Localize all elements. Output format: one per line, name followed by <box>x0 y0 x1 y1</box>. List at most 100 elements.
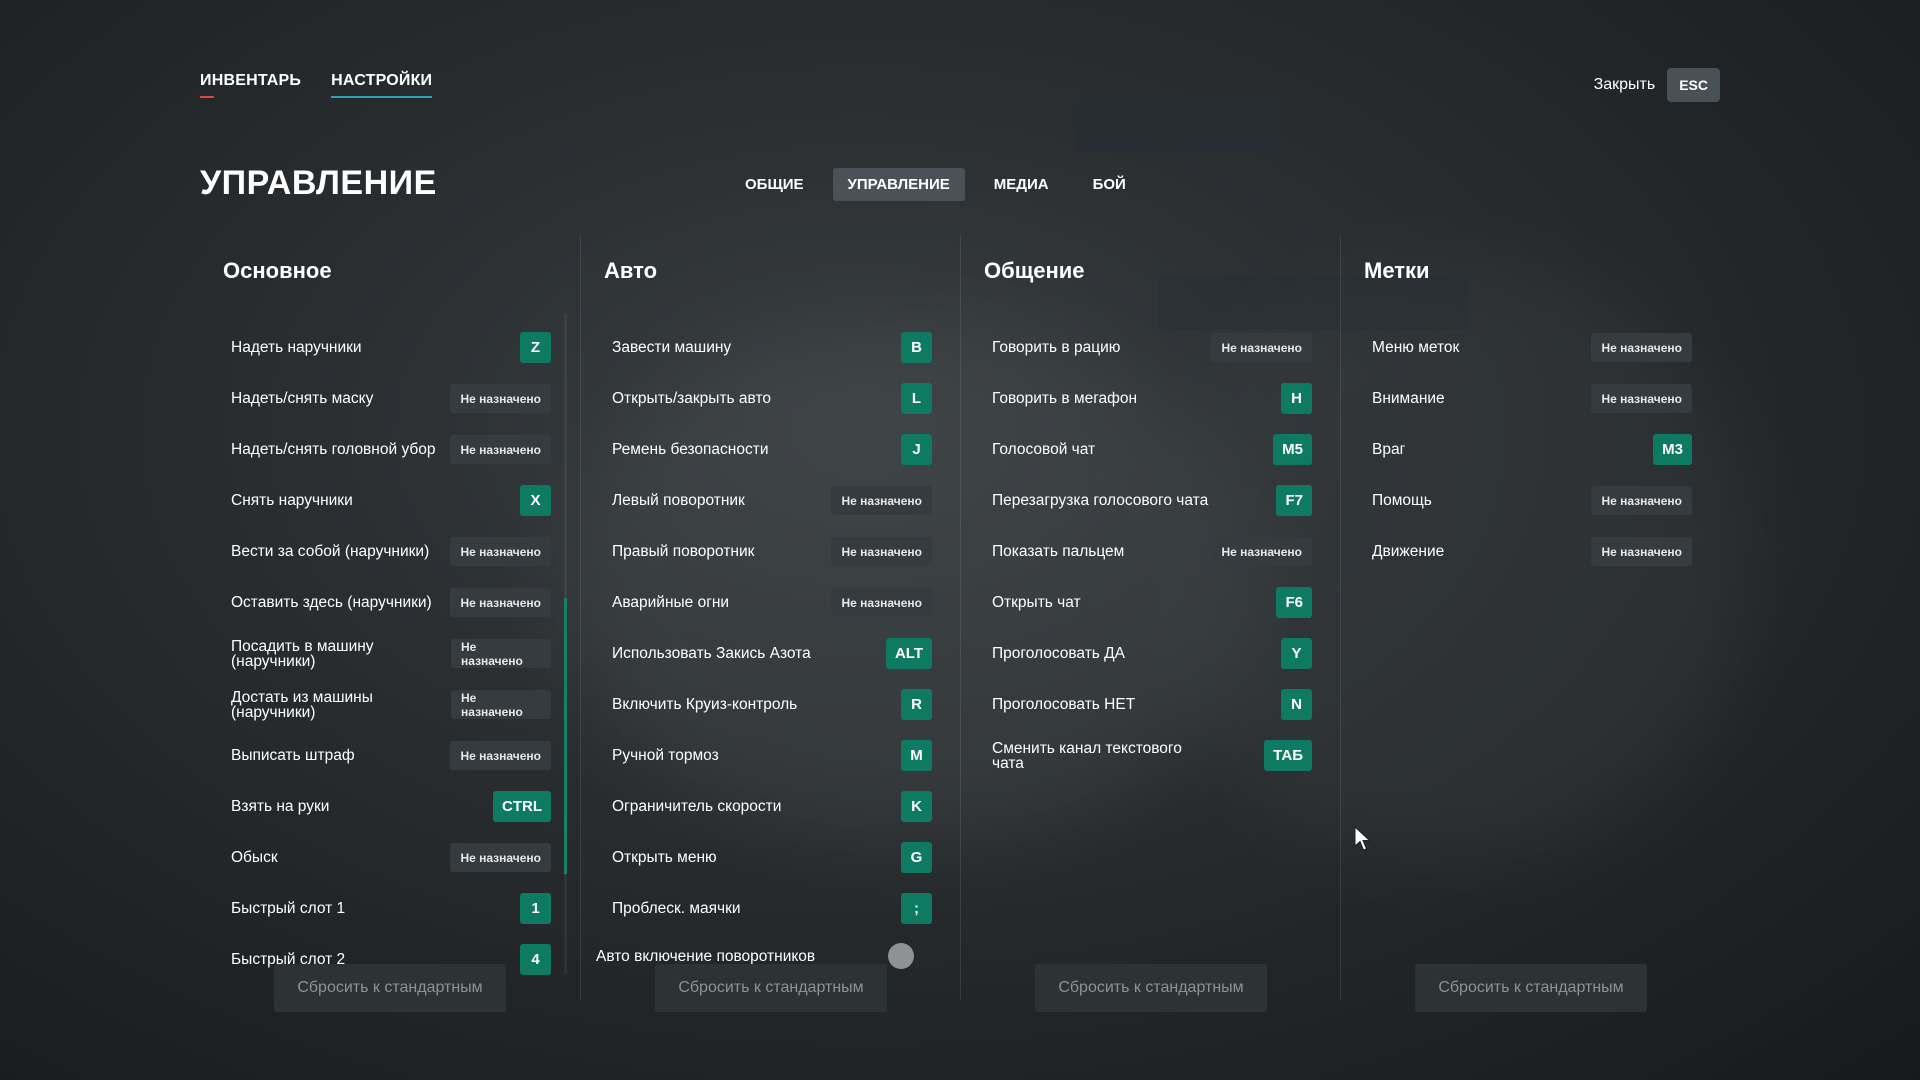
keybind-key-button[interactable]: Не назначено <box>450 435 551 464</box>
keybind-key-button[interactable]: Не назначено <box>1211 537 1312 566</box>
keybind-key-button[interactable]: Не назначено <box>450 741 551 770</box>
keybind-key-button[interactable]: Не назначено <box>1591 333 1692 362</box>
tab-general[interactable]: ОБЩИЕ <box>730 168 819 201</box>
auto-indicator-toggle[interactable] <box>888 943 914 969</box>
mouse-pointer-icon <box>1354 826 1371 851</box>
keybind-label: Перезагрузка голосового чата <box>992 492 1209 509</box>
keybind-key-button[interactable]: Y <box>1281 638 1312 669</box>
reset-defaults-button[interactable]: Сбросить к стандартным <box>274 964 506 1012</box>
keybind-label: Помощь <box>1372 492 1432 509</box>
reset-defaults-button[interactable]: Сбросить к стандартным <box>655 964 887 1012</box>
keybind-label: Проголосовать ДА <box>992 645 1126 662</box>
keybind-row: Открыть меню G <box>612 832 932 883</box>
keybind-key-button[interactable]: Не назначено <box>831 537 932 566</box>
subtabs: ОБЩИЕ УПРАВЛЕНИЕ МЕДИА БОЙ <box>730 168 1141 201</box>
keybind-list: Меню меток Не назначено Внимание Не назначе… <box>1372 322 1692 577</box>
keybind-label: Аварийные огни <box>612 594 730 611</box>
scrollbar-thumb[interactable] <box>564 598 567 874</box>
keybind-key-button[interactable]: Z <box>520 332 551 363</box>
keybind-key-button[interactable]: X <box>520 485 551 516</box>
keybind-key-button[interactable]: J <box>901 434 932 465</box>
keybind-label: Внимание <box>1372 390 1445 407</box>
keybind-row: Выписать штраф Не назначено <box>231 730 551 781</box>
nav-settings[interactable]: НАСТРОЙКИ <box>331 72 433 98</box>
keybind-label: Голосовой чат <box>992 441 1096 458</box>
keybind-key-button[interactable]: R <box>901 689 932 720</box>
page-title: УПРАВЛЕНИЕ <box>200 164 437 202</box>
keybind-label: Левый поворотник <box>612 492 745 509</box>
keybind-key-button[interactable]: Не назначено <box>450 537 551 566</box>
keybind-key-button[interactable]: Не назначено <box>450 588 551 617</box>
reset-defaults-button[interactable]: Сбросить к стандартным <box>1035 964 1267 1012</box>
keybind-row: Правый поворотник Не назначено <box>612 526 932 577</box>
keybind-list: Говорить в рацию Не назначено Говорить в м… <box>992 322 1312 781</box>
top-nav: ИНВЕНТАРЬ НАСТРОЙКИ <box>200 72 433 98</box>
keybind-label: Говорить в рацию <box>992 339 1121 356</box>
keybind-key-button[interactable]: Не назначено <box>450 384 551 413</box>
keybind-key-button[interactable]: M <box>901 740 932 771</box>
keybind-row: Голосовой чат M5 <box>992 424 1312 475</box>
keybind-label: Посадить в машину (наручники) <box>231 637 374 670</box>
scrollbar[interactable] <box>564 314 567 974</box>
column-markers: Метки Меню меток Не назначено Внимание Не н… <box>1340 236 1720 1012</box>
keybind-key-button[interactable]: Не назначено <box>831 588 932 617</box>
keybind-key-button[interactable]: Не назначено <box>1211 333 1312 362</box>
keybind-label: Выписать штраф <box>231 747 355 764</box>
keybind-key-button[interactable]: G <box>901 842 932 873</box>
close-button[interactable]: Закрыть <box>1594 76 1656 94</box>
keybind-key-button[interactable]: Не назначено <box>1591 486 1692 515</box>
keybind-row: Использовать Закись Азота ALT <box>612 628 932 679</box>
keybind-label: Включить Круиз-контроль <box>612 696 798 713</box>
keybind-key-button[interactable]: Не назначено <box>451 690 551 719</box>
nav-inventory[interactable]: ИНВЕНТАРЬ <box>200 72 301 98</box>
keybind-key-button[interactable]: B <box>901 332 932 363</box>
keybind-key-button[interactable]: L <box>901 383 932 414</box>
keybind-row: Проблеск. маячки; <box>612 883 932 934</box>
tab-combat[interactable]: БОЙ <box>1078 168 1141 201</box>
keybind-row: Ручной тормоз M <box>612 730 932 781</box>
keybind-label: Проголосовать НЕТ <box>992 696 1136 713</box>
keybind-key-button[interactable]: Не назначено <box>831 486 932 515</box>
keybind-key-button[interactable]: Не назначено <box>1591 384 1692 413</box>
column-title: Общение <box>984 258 1085 283</box>
keybind-label: Враг <box>1372 441 1406 458</box>
keybind-key-button[interactable]: 4 <box>520 944 551 975</box>
keybind-label: Оставить здесь (наручники) <box>231 594 432 611</box>
keybind-row: Вести за собой (наручники) Не назначено <box>231 526 551 577</box>
keybind-key-button[interactable]: F7 <box>1276 485 1312 516</box>
keybind-row: Проголосовать ДА Y <box>992 628 1312 679</box>
keybind-row: Достать из машины (наручники) Не назначен… <box>231 679 551 730</box>
keybind-key-button[interactable]: M3 <box>1653 434 1692 465</box>
keybind-label: Надеть/снять головной убор <box>231 441 436 458</box>
esc-key-badge[interactable]: ESC <box>1667 68 1720 102</box>
keybind-row: Показать пальцем Не назначено <box>992 526 1312 577</box>
reset-defaults-button[interactable]: Сбросить к стандартным <box>1415 964 1647 1012</box>
keybind-key-button[interactable]: Не назначено <box>450 843 551 872</box>
keybind-key-button[interactable]: Не назначено <box>451 639 551 668</box>
keybind-key-button[interactable]: ; <box>901 893 932 924</box>
keybind-key-button[interactable]: ALT <box>885 638 932 669</box>
keybind-row: Ограничитель скорости K <box>612 781 932 832</box>
keybind-key-button[interactable]: M5 <box>1273 434 1312 465</box>
keybind-row: Ремень безопасности J <box>612 424 932 475</box>
keybind-row: Надеть наручники Z <box>231 322 551 373</box>
keybind-row: Враг M3 <box>1372 424 1692 475</box>
keybind-row: Обыск Не назначено <box>231 832 551 883</box>
keybind-key-button[interactable]: H <box>1281 383 1312 414</box>
keybind-key-button[interactable]: K <box>901 791 932 822</box>
keybind-key-button[interactable]: CTRL <box>493 791 551 822</box>
keybind-label: Достать из машины (наручники) <box>231 688 373 721</box>
keybind-row: Внимание Не назначено <box>1372 373 1692 424</box>
keybind-row: Движение Не назначено <box>1372 526 1692 577</box>
keybind-key-button[interactable]: Не назначено <box>1591 537 1692 566</box>
keybind-label: Открыть меню <box>612 849 717 866</box>
keybind-row: Аварийные огни Не назначено <box>612 577 932 628</box>
keybind-row: Надеть/снять головной убор Не назначено <box>231 424 551 475</box>
tab-controls[interactable]: УПРАВЛЕНИЕ <box>832 168 965 201</box>
keybind-key-button[interactable]: 1 <box>520 893 551 924</box>
keybind-key-button[interactable]: ТАБ <box>1264 740 1312 771</box>
keybind-key-button[interactable]: N <box>1281 689 1312 720</box>
keybind-row: Надеть/снять маску Не назначено <box>231 373 551 424</box>
tab-media[interactable]: МЕДИА <box>979 168 1064 201</box>
keybind-key-button[interactable]: F6 <box>1276 587 1312 618</box>
